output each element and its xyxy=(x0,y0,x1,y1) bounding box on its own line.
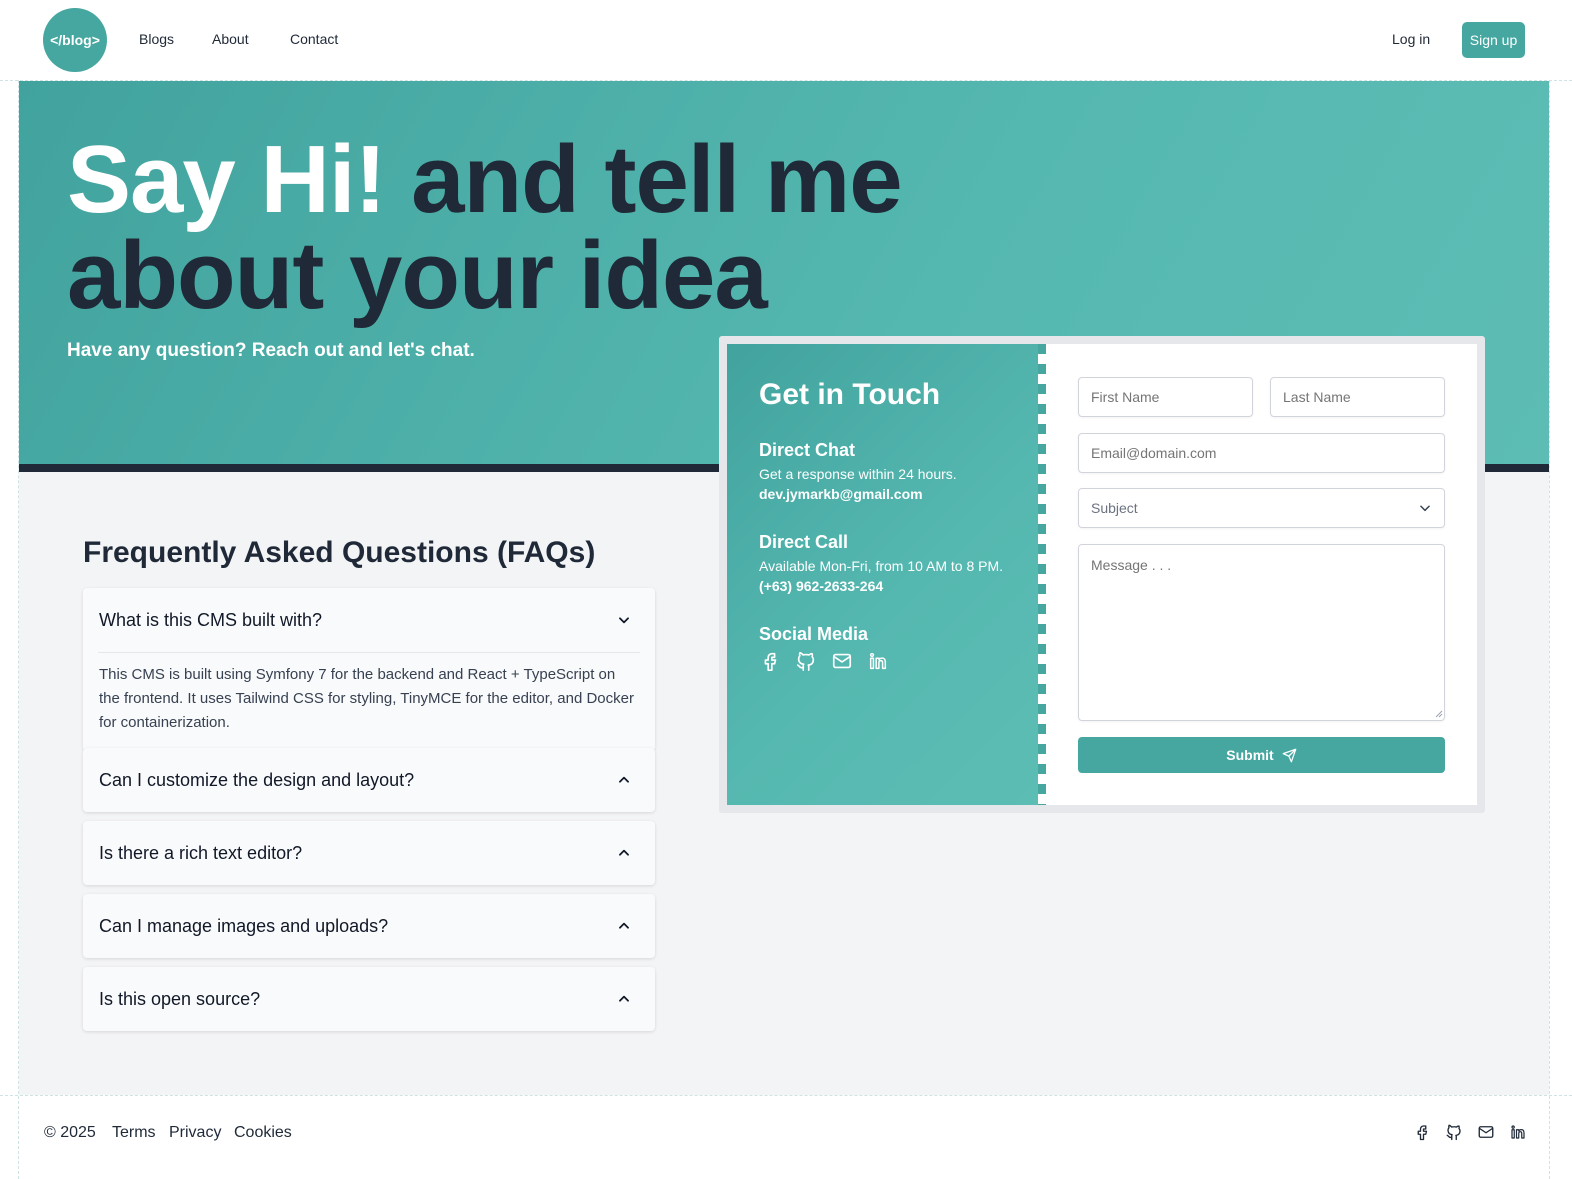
linkedin-icon[interactable] xyxy=(1509,1123,1527,1141)
direct-call-phone[interactable]: (+63) 962-2633-264 xyxy=(759,578,883,594)
resize-handle-icon[interactable] xyxy=(1435,710,1443,718)
direct-call-heading: Direct Call xyxy=(759,532,849,552)
faq-question: Is this open source? xyxy=(99,988,261,1009)
faq-question-toggle[interactable]: What is this CMS built with? xyxy=(83,588,655,652)
site-header: </blog> Blogs About Contact Log in Sign … xyxy=(0,0,1572,80)
first-name-field[interactable] xyxy=(1078,377,1253,417)
direct-chat-email[interactable]: dev.jymarkb@gmail.com xyxy=(759,486,923,502)
signup-button[interactable]: Sign up xyxy=(1462,22,1525,58)
guide-line-right xyxy=(1549,0,1550,1179)
faq-question: Is there a rich text editor? xyxy=(99,842,303,863)
faq-item: Is there a rich text editor? xyxy=(83,821,655,885)
submit-button[interactable]: Submit xyxy=(1078,737,1445,773)
chevron-up-icon xyxy=(619,995,629,1002)
faq-item: Is this open source? xyxy=(83,967,655,1031)
contact-info-panel xyxy=(727,344,1038,805)
footer-social-links xyxy=(1413,1123,1527,1141)
hero-title-highlight: Say Hi! xyxy=(67,126,386,233)
chevron-up-icon xyxy=(619,849,629,856)
email-field[interactable] xyxy=(1078,433,1445,473)
faq-question-toggle[interactable]: Is this open source? xyxy=(83,967,655,1031)
direct-chat-text: Get a response within 24 hours. xyxy=(759,466,957,482)
faq-item: What is this CMS built with? This CMS is… xyxy=(83,588,655,751)
faq-item: Can I customize the design and layout? xyxy=(83,748,655,812)
mail-icon[interactable] xyxy=(1477,1123,1495,1141)
chevron-down-icon xyxy=(619,617,629,624)
social-links xyxy=(759,650,889,672)
login-link[interactable]: Log in xyxy=(1392,31,1430,47)
hero-subtitle: Have any question? Reach out and let's c… xyxy=(67,340,475,361)
faq-question-toggle[interactable]: Can I manage images and uploads? xyxy=(83,894,655,958)
chevron-up-icon xyxy=(619,922,629,929)
chevron-up-icon xyxy=(619,776,629,783)
logo[interactable]: </blog> xyxy=(43,8,107,72)
faq-question-toggle[interactable]: Can I customize the design and layout? xyxy=(83,748,655,812)
direct-call-text: Available Mon-Fri, from 10 AM to 8 PM. xyxy=(759,558,1004,574)
facebook-icon[interactable] xyxy=(759,650,781,672)
hero-title-rest-1: and tell me xyxy=(411,126,902,233)
faq-answer: This CMS is built using Symfony 7 for th… xyxy=(99,666,634,731)
github-icon[interactable] xyxy=(1445,1123,1463,1141)
subject-select[interactable]: Subject xyxy=(1078,488,1445,528)
social-media-heading: Social Media xyxy=(759,624,869,644)
facebook-icon[interactable] xyxy=(1413,1123,1431,1141)
nav-about[interactable]: About xyxy=(212,31,249,47)
nav-blogs[interactable]: Blogs xyxy=(139,31,174,47)
faq-item: Can I manage images and uploads? xyxy=(83,894,655,958)
linkedin-icon[interactable] xyxy=(867,650,889,672)
github-icon[interactable] xyxy=(795,650,817,672)
faq-title: Frequently Asked Questions (FAQs) xyxy=(83,536,596,569)
message-field[interactable] xyxy=(1078,544,1445,721)
footer-link-cookies[interactable]: Cookies xyxy=(234,1124,292,1142)
footer-link-privacy[interactable]: Privacy xyxy=(169,1124,221,1142)
contact-title: Get in Touch xyxy=(759,378,941,411)
faq-question: What is this CMS built with? xyxy=(99,609,323,630)
direct-chat-heading: Direct Chat xyxy=(759,440,856,460)
faq-question: Can I manage images and uploads? xyxy=(99,915,389,936)
last-name-field[interactable] xyxy=(1270,377,1445,417)
perforated-edge xyxy=(1038,344,1046,805)
subject-select-value: Subject xyxy=(1091,500,1138,516)
copyright: © 2025 xyxy=(44,1124,96,1141)
hero-title-rest-2: about your idea xyxy=(67,222,768,329)
guide-line-footer xyxy=(0,1095,1572,1096)
footer-link-terms[interactable]: Terms xyxy=(112,1124,156,1142)
nav-contact[interactable]: Contact xyxy=(290,31,338,47)
chevron-down-icon xyxy=(1420,505,1430,512)
hero-title: Say Hi! and tell me about your idea xyxy=(67,132,903,324)
faq-question: Can I customize the design and layout? xyxy=(99,769,415,790)
send-icon xyxy=(1282,748,1297,762)
mail-icon[interactable] xyxy=(831,650,853,672)
faq-question-toggle[interactable]: Is there a rich text editor? xyxy=(83,821,655,885)
submit-label: Submit xyxy=(1226,747,1274,763)
